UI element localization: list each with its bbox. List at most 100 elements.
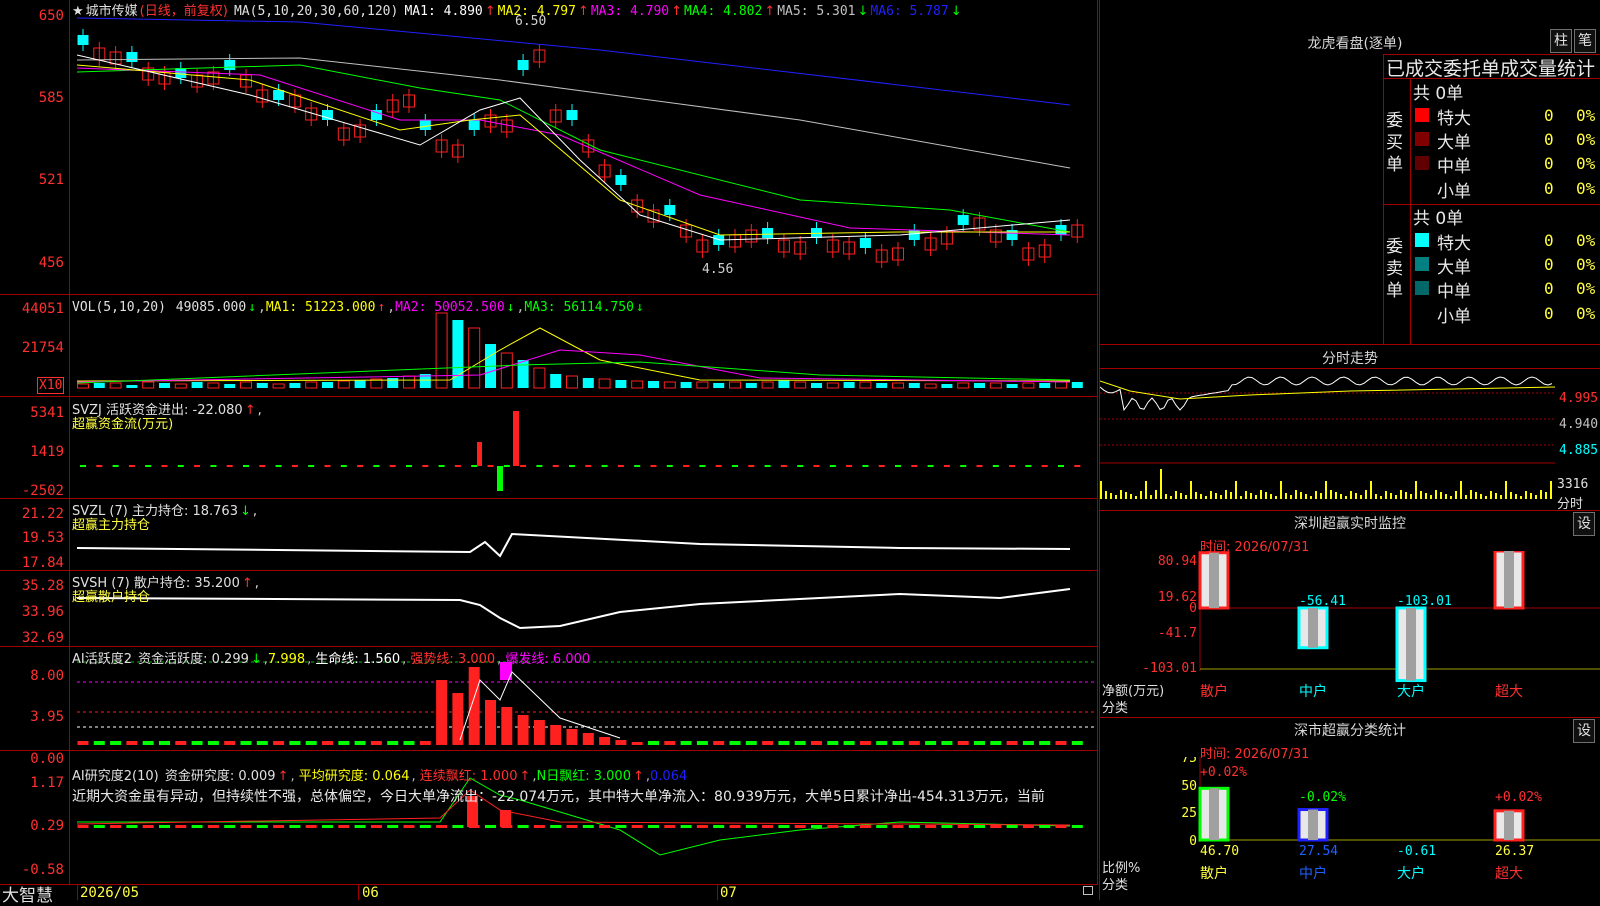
chart-area[interactable]: ★ 城市传媒 (日线，前复权) MA(5,10,20,30,60,120) MA1:…	[0, 0, 1098, 906]
svzj-tick	[520, 465, 527, 467]
tick-vol-bar	[1445, 494, 1447, 499]
ai-research-v1: 资金研究度: 0.009	[164, 769, 276, 784]
svzj-tick	[895, 465, 901, 467]
vol-bar	[582, 378, 594, 388]
vol-bar	[337, 380, 350, 389]
tick-vol-bar	[1235, 481, 1237, 499]
svzj-tick	[177, 465, 184, 467]
svzj-tick	[438, 465, 445, 467]
ai-research-bar	[843, 825, 855, 828]
x-divider-2	[358, 884, 359, 900]
ai-active-bar	[1022, 741, 1034, 745]
ai-research-bar	[696, 825, 708, 828]
ai-active-v3: 生命线: 1.560	[315, 652, 401, 667]
sell-m-label: 中单	[1437, 282, 1471, 302]
tick-vol-bar	[1125, 492, 1127, 499]
tick-vol-bar	[1380, 496, 1382, 499]
ai-active-bar	[745, 741, 757, 745]
vol-bar	[713, 383, 725, 388]
monitor-top-line	[1100, 510, 1600, 511]
ai-active-bar	[354, 741, 366, 745]
vol-bar	[729, 381, 741, 389]
classify-top-line	[1100, 717, 1600, 718]
tick-vol-bar	[1360, 495, 1362, 499]
ai-research-bar	[582, 825, 594, 828]
ai-research-v3: 连续飘红: 1.000	[419, 769, 518, 784]
ai-active-bar	[957, 741, 969, 745]
ai-research-bar	[990, 825, 1002, 828]
svzj-tick	[699, 465, 706, 467]
ai-research-v4: N日飘红: 3.000	[536, 769, 631, 784]
ai-active-bar	[974, 741, 985, 745]
ai-active-bar	[468, 667, 480, 745]
right-panel: 龙虎看盘(逐单) 柱 笔 已成交委托单成交量统计 委买单 共 0单 特大 0 0…	[1099, 0, 1600, 900]
ai-research-bar	[550, 825, 562, 828]
tick-canvas[interactable]	[1100, 369, 1600, 509]
vol-bar	[322, 382, 333, 388]
classify-title: 深市超赢分类统计	[1294, 723, 1406, 739]
vol-legend: VOL(5,10,20) 49085.000 ↓ ,MA1: 51223.000 ↑,…	[72, 300, 644, 315]
svsh-ytick-2: 33.96	[21, 604, 64, 620]
separator-svsh	[0, 646, 1098, 647]
vol-bar	[566, 375, 578, 389]
tick-vol-bar	[1495, 493, 1497, 499]
ai-active-bar	[77, 741, 89, 745]
buy-m-pct: 0%	[1576, 154, 1596, 173]
buy-s-pct: 0%	[1576, 179, 1596, 198]
tick-vol-bar	[1240, 496, 1242, 499]
tick-vol-bar	[1100, 481, 1102, 499]
classify-settings-button[interactable]: 设	[1573, 719, 1595, 743]
sell-s-count: 0	[1544, 304, 1554, 323]
lock-icon[interactable]	[1083, 886, 1093, 895]
svzj-tick	[373, 465, 380, 467]
vol-bar	[305, 381, 318, 389]
main-ytick-1: 650	[38, 8, 64, 24]
stroke-mode-button[interactable]: 笔	[1574, 29, 1596, 53]
bar-mode-button[interactable]: 柱	[1550, 29, 1572, 53]
tick-vol-bar	[1145, 481, 1147, 499]
svzj-tick	[943, 465, 950, 467]
svzj-tick	[1025, 465, 1032, 467]
vol-bar	[435, 312, 448, 389]
tick-vol-bar	[1335, 492, 1337, 499]
tick-vol-bar	[1440, 492, 1442, 499]
classify-top-value: +0.02%	[1200, 765, 1247, 780]
classify-value: 46.70	[1200, 844, 1239, 859]
monitor-settings-button[interactable]: 设	[1573, 512, 1595, 536]
ai-research-bar	[941, 825, 953, 828]
tick-volume: 3316	[1557, 477, 1589, 492]
ai-research-bar	[387, 825, 399, 828]
ma-label: MA(5,10,20,30,60,120)	[233, 4, 399, 19]
ai-research-bar	[1006, 825, 1018, 828]
svzj-tick	[357, 465, 364, 467]
favorite-star-icon[interactable]: ★	[72, 4, 84, 19]
svzj-tick	[194, 465, 201, 467]
ai-active-bar	[680, 741, 692, 745]
svzj-tick	[829, 465, 836, 467]
classify-category: 超大	[1495, 866, 1523, 882]
ai-research-bar	[729, 825, 741, 828]
ai-research-bar	[305, 825, 317, 828]
ai-active-legend: AI活跃度2 资金活跃度: 0.299 ↓ ,7.998, 生命线: 1.560, …	[72, 652, 591, 667]
classify-bar-shade	[1308, 809, 1318, 840]
ma5-value: MA5: 5.301	[777, 4, 856, 19]
tick-vol-bar	[1205, 496, 1207, 499]
vol-bar	[598, 378, 611, 389]
ma2-arrow-icon: ↑	[577, 4, 589, 19]
classify-value: -0.61	[1397, 844, 1436, 859]
ai-active-v4: 强势线: 3.000	[410, 652, 496, 667]
ai-active-bar	[582, 733, 594, 745]
vol-value: 49085.000	[175, 300, 247, 315]
tick-vol-bar	[1245, 491, 1247, 499]
kline-canvas[interactable]	[0, 0, 1098, 884]
ai-research-bar	[859, 825, 871, 828]
tick-vol-bar	[1315, 491, 1317, 499]
tick-vol-bar	[1150, 495, 1152, 499]
svsh-subtitle: 超赢散户持仓	[72, 590, 151, 605]
high-price-note: 6.50	[515, 14, 547, 29]
classify-bar-shade	[1504, 810, 1514, 840]
ai-active-bar	[1039, 741, 1051, 745]
ai-research-bar	[517, 825, 529, 828]
ai-active-bar	[273, 741, 285, 745]
monitor-value: -56.41	[1299, 594, 1346, 609]
